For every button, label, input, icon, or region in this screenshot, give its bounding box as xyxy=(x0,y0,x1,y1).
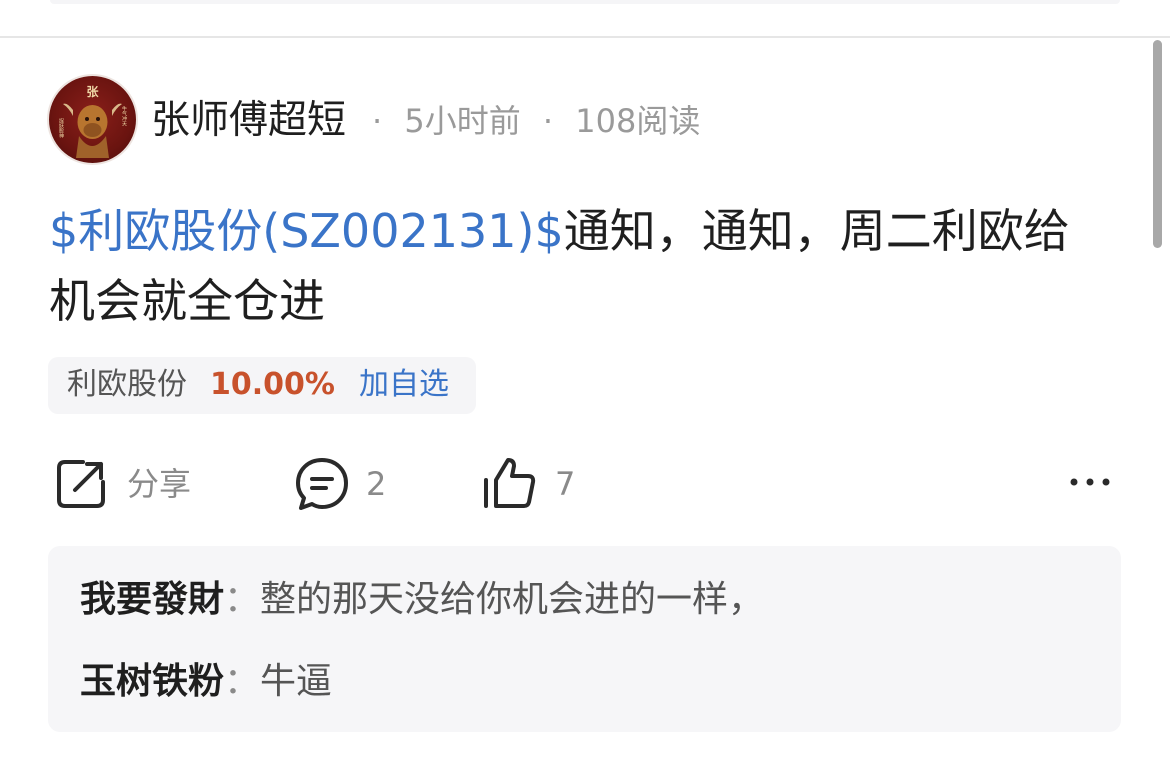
divider xyxy=(0,36,1170,38)
comment-item: 我要發財：整的那天没给你机会进的一样， xyxy=(80,578,764,622)
share-icon xyxy=(57,460,105,508)
comment-separator: ： xyxy=(224,661,261,702)
comment-author[interactable]: 玉树铁粉 xyxy=(80,661,224,702)
comment-author[interactable]: 我要發財 xyxy=(80,579,224,620)
meta-dot: · xyxy=(372,102,383,140)
thumbs-up-icon xyxy=(484,458,536,508)
bull-logo-icon: 张 捉妖股神 牛气冲天 xyxy=(58,84,127,158)
like-count: 7 xyxy=(555,465,576,503)
stock-link[interactable]: $利欧股份(SZ002131)$ xyxy=(49,204,564,258)
post-meta: · 5小时前 · 108阅读 xyxy=(372,101,700,141)
comment-button[interactable]: 2 xyxy=(294,456,394,512)
comment-separator: ： xyxy=(224,579,261,620)
comments-preview[interactable]: 我要發財：整的那天没给你机会进的一样， 玉树铁粉：牛逼 xyxy=(48,546,1121,732)
read-count: 108阅读 xyxy=(575,102,701,140)
add-watchlist-button[interactable]: 加自选 xyxy=(359,367,449,403)
post-body: $利欧股份(SZ002131)$通知，通知，周二利欧给机会就全仓进 xyxy=(49,196,1109,336)
like-button[interactable]: 7 xyxy=(482,456,582,512)
scrollbar[interactable] xyxy=(1153,40,1162,248)
share-button[interactable]: 分享 xyxy=(53,456,203,512)
comment-text: 牛逼 xyxy=(260,661,333,702)
avatar[interactable]: 张 捉妖股神 牛气冲天 xyxy=(49,76,136,163)
comment-count: 2 xyxy=(366,465,387,503)
stock-chip-change: 10.00% xyxy=(210,367,335,402)
avatar-left-text: 捉妖股神 xyxy=(58,117,64,139)
more-dots-icon xyxy=(1070,478,1110,486)
author-name[interactable]: 张师傅超短 xyxy=(151,98,346,144)
meta-dot: · xyxy=(542,102,554,140)
stock-chip[interactable]: 利欧股份 10.00% 加自选 xyxy=(48,357,476,414)
avatar-top-char: 张 xyxy=(86,84,99,99)
post-page: 张 捉妖股神 牛气冲天 张师傅超短 · 5小时前 · 108阅读 $利欧股份(S… xyxy=(0,0,1170,761)
post-time: 5小时前 xyxy=(404,102,521,140)
more-button[interactable] xyxy=(1068,466,1118,522)
comment-item: 玉树铁粉：牛逼 xyxy=(80,660,332,704)
previous-card-edge xyxy=(50,0,1120,4)
stock-chip-name: 利欧股份 xyxy=(67,367,187,402)
avatar-right-text: 牛气冲天 xyxy=(121,105,127,127)
comment-icon xyxy=(296,458,348,510)
share-label: 分享 xyxy=(127,465,192,503)
comment-text: 整的那天没给你机会进的一样， xyxy=(260,579,765,620)
